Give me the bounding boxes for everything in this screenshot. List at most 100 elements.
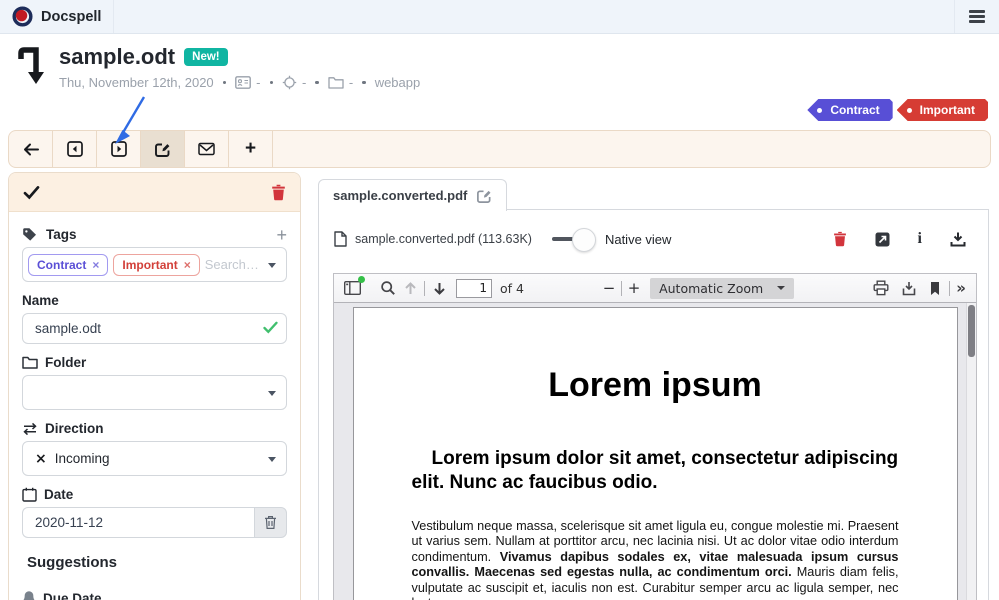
item-toolbar: +	[8, 130, 991, 168]
name-label: Name	[22, 293, 59, 308]
tag-important[interactable]: Important	[897, 99, 988, 121]
folder-select[interactable]	[22, 375, 287, 410]
direction-section-label: Direction	[22, 421, 287, 436]
file-name-size: sample.converted.pdf (113.63K)	[355, 232, 532, 246]
pdf-viewport[interactable]: Lorem ipsum Lorem ipsum dolor sit amet, …	[334, 303, 976, 600]
caret-square-left-icon	[67, 141, 83, 157]
file-info-icon[interactable]: i	[918, 231, 922, 247]
page-count-label: of 4	[500, 281, 524, 296]
confirm-check-icon[interactable]	[23, 185, 40, 200]
chip-label: Important	[122, 258, 177, 272]
folder-icon	[328, 76, 344, 89]
more-tools-button[interactable]: »	[953, 279, 969, 297]
delete-item-icon[interactable]	[271, 184, 286, 201]
pdf-toolbar: of 4 − + Automatic Zoom »	[334, 274, 976, 303]
delete-attachment-icon[interactable]	[833, 231, 847, 247]
folder-meta: -	[328, 75, 353, 90]
date-input[interactable]	[22, 507, 254, 538]
tag-chip-important[interactable]: Important ×	[113, 254, 199, 276]
tags-icon	[22, 227, 39, 242]
caret-square-right-icon	[111, 141, 127, 157]
address-card-icon	[235, 76, 251, 89]
plus-icon: +	[245, 138, 256, 160]
toolbar-separator	[949, 281, 950, 296]
tag-chip-contract[interactable]: Contract ×	[28, 254, 108, 276]
edit-item-button[interactable]	[141, 131, 185, 167]
remove-tag-icon[interactable]: ×	[184, 258, 191, 272]
hamburger-icon	[969, 10, 985, 23]
clear-direction-icon[interactable]: ×	[35, 451, 47, 467]
toolbar-separator	[621, 281, 622, 296]
page-title: sample.odt	[59, 44, 175, 70]
docspell-logo-icon	[12, 6, 33, 27]
docspell-app: Docspell sample.odt New! Thu, November 1…	[0, 0, 999, 600]
date-field-group	[22, 507, 287, 538]
tags-multiselect[interactable]: Contract × Important × Search…	[22, 247, 287, 282]
exchange-icon	[22, 422, 38, 436]
next-page-button[interactable]	[428, 277, 450, 299]
download-file-icon[interactable]	[950, 231, 966, 247]
tag-contract[interactable]: Contract	[807, 99, 892, 121]
previous-page-button[interactable]	[399, 277, 421, 299]
chevron-down-icon	[268, 457, 276, 462]
suggestions-heading: Suggestions	[22, 554, 287, 571]
toggle-sidebar-button[interactable]	[341, 277, 363, 299]
tag-search-placeholder: Search…	[205, 257, 259, 272]
brand[interactable]: Docspell	[0, 0, 114, 33]
pdf-scrollbar[interactable]	[966, 303, 976, 600]
direction-select[interactable]: × Incoming	[22, 441, 287, 476]
name-section-label: Name	[22, 293, 287, 308]
correspondent-value: -	[256, 75, 260, 90]
back-button[interactable]	[9, 131, 53, 167]
next-item-button[interactable]	[97, 131, 141, 167]
envelope-icon	[198, 142, 215, 156]
item-date: Thu, November 12th, 2020	[59, 75, 214, 90]
send-mail-button[interactable]	[185, 131, 229, 167]
sidebar-notify-dot	[358, 276, 365, 283]
add-files-button[interactable]: +	[229, 131, 273, 167]
add-tag-button[interactable]: +	[276, 228, 287, 242]
dot-separator	[362, 81, 366, 85]
direction-label: Direction	[45, 421, 104, 436]
bell-icon	[22, 590, 36, 600]
page-number-input[interactable]	[456, 279, 492, 298]
zoom-level-select[interactable]: Automatic Zoom	[650, 278, 794, 299]
rename-attachment-icon[interactable]	[476, 188, 492, 204]
name-input[interactable]	[22, 313, 287, 344]
new-badge: New!	[184, 48, 227, 66]
chevron-down-icon	[777, 286, 785, 290]
attachment-tab[interactable]: sample.converted.pdf	[318, 179, 507, 211]
tag-label: Important	[920, 103, 975, 117]
print-button[interactable]	[870, 277, 892, 299]
dot-separator	[223, 81, 227, 85]
date-label: Date	[44, 487, 73, 502]
file-icon	[334, 231, 347, 247]
pdf-scrollbar-thumb[interactable]	[968, 305, 975, 357]
edit-panel-header	[9, 173, 300, 212]
item-tags: Contract Important	[807, 99, 988, 121]
open-in-new-window-icon[interactable]	[875, 232, 890, 247]
zoom-in-button[interactable]: +	[625, 279, 643, 297]
save-document-button[interactable]	[898, 277, 920, 299]
find-in-document-button[interactable]	[377, 277, 399, 299]
item-meta-row: Thu, November 12th, 2020 - -	[59, 75, 420, 90]
zoom-level-value: Automatic Zoom	[659, 281, 763, 296]
due-date-section-label: Due Date	[22, 590, 287, 600]
tags-section-label: Tags +	[22, 227, 287, 242]
dot-separator	[315, 81, 319, 85]
concerning-value: -	[302, 75, 306, 90]
folder-icon	[22, 356, 38, 369]
clear-date-button[interactable]	[254, 507, 287, 538]
file-actions: i	[833, 231, 966, 247]
menu-button[interactable]	[954, 0, 999, 33]
direction-value: Incoming	[55, 451, 110, 466]
bookmark-button[interactable]	[924, 277, 946, 299]
zoom-out-button[interactable]: −	[600, 279, 618, 297]
pdf-page: Lorem ipsum Lorem ipsum dolor sit amet, …	[353, 307, 958, 600]
prev-item-button[interactable]	[53, 131, 97, 167]
file-info-row: sample.converted.pdf (113.63K) Native vi…	[319, 210, 988, 268]
native-view-toggle[interactable]	[552, 228, 592, 250]
document-subtitle: Lorem ipsum dolor sit amet, consectetur …	[412, 447, 899, 494]
remove-tag-icon[interactable]: ×	[92, 258, 99, 272]
chip-label: Contract	[37, 258, 86, 272]
